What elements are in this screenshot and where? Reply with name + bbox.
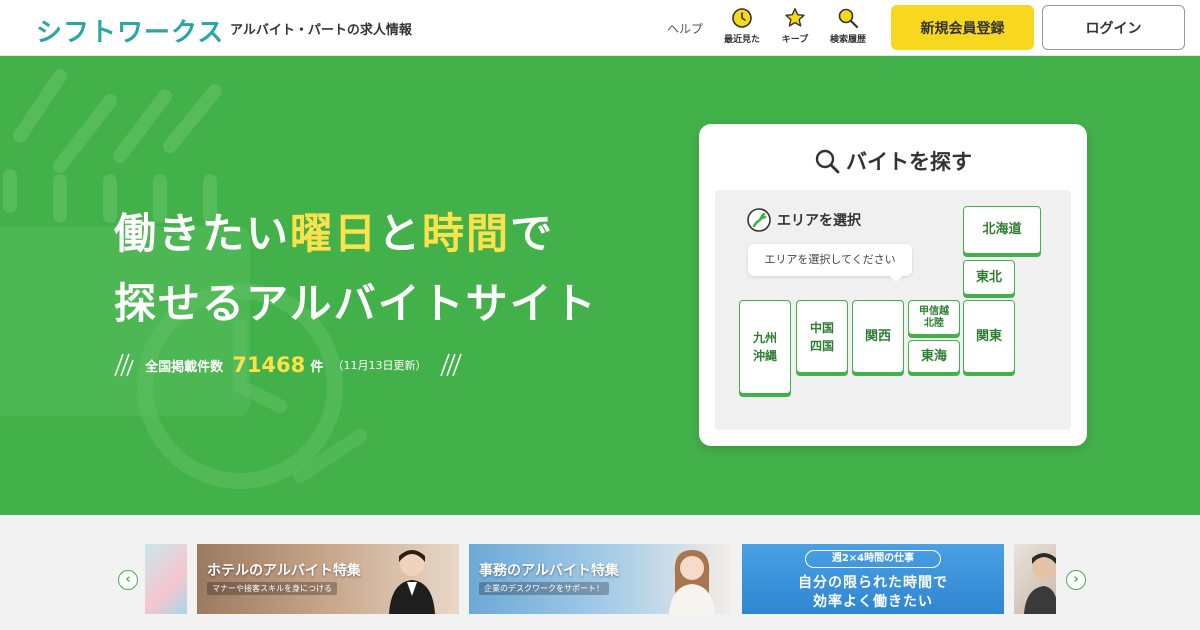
- nav-label: キープ: [781, 35, 809, 45]
- region-label: 中国: [809, 320, 834, 335]
- slash-decoration-icon: [114, 353, 134, 377]
- carousel-slide-hotel[interactable]: ホテルのアルバイト特集 マナーや接客スキルを身につける: [197, 544, 459, 614]
- clock-icon: [732, 8, 752, 28]
- register-button[interactable]: 新規会員登録: [891, 5, 1034, 50]
- slide-subtitle: マナーや接客スキルを身につける: [207, 582, 337, 595]
- hero-text: で: [510, 209, 555, 258]
- region-map: エリアを選択 エリアを選択してください 北海道 東北 関東 甲信越 北陸 東海 …: [715, 190, 1071, 430]
- nav-keep[interactable]: キープ: [768, 7, 822, 45]
- hero-highlight-time: 時間: [422, 209, 511, 258]
- slide-badge: 週2×4時間の仕事: [805, 550, 941, 568]
- person-illustration: [1024, 553, 1056, 614]
- job-count-value: 71468: [232, 353, 306, 377]
- nav-recently-viewed[interactable]: 最近見た: [715, 7, 769, 45]
- hero-text: と: [378, 209, 423, 258]
- site-header: シフトワークス アルバイト・パートの求人情報 ヘルプ 最近見た キープ 検索履歴…: [0, 0, 1200, 56]
- carousel-slide-partial[interactable]: [145, 544, 187, 614]
- japan-map-icon: [747, 208, 771, 232]
- job-count: 全国掲載件数 71468 件 （11月13日更新）: [112, 352, 462, 382]
- region-label: 九州: [752, 331, 777, 345]
- site-logo[interactable]: シフトワークス: [36, 12, 224, 49]
- job-search-card: バイトを探す エリアを選択 エリアを選択してください 北海道 東北 関東 甲信越…: [699, 124, 1087, 446]
- slash-decoration-icon: [439, 353, 462, 377]
- region-kanto-button[interactable]: 関東: [963, 300, 1015, 373]
- help-link[interactable]: ヘルプ: [667, 20, 703, 37]
- carousel-slide-office[interactable]: 事務のアルバイト特集 企業のデスクワークをサポート！: [469, 544, 731, 614]
- region-koshinetsu-hokuriku-button[interactable]: 甲信越 北陸: [908, 300, 960, 335]
- nav-label: 検索履歴: [829, 35, 866, 45]
- region-label: 四国: [809, 338, 834, 353]
- area-select-heading: エリアを選択: [747, 208, 861, 232]
- carousel-next-button[interactable]: ›: [1066, 570, 1086, 590]
- slide-title: ホテルのアルバイト特集: [207, 563, 361, 579]
- nav-label: 最近見た: [723, 35, 760, 45]
- region-kyushu-okinawa-button[interactable]: 九州 沖縄: [739, 300, 791, 394]
- region-kansai-button[interactable]: 関西: [852, 300, 904, 373]
- hero-text: 働きたい: [114, 209, 291, 258]
- search-history-icon: [838, 8, 859, 29]
- area-hint-tooltip: エリアを選択してください: [748, 244, 912, 282]
- region-hokkaido-button[interactable]: 北海道: [963, 206, 1041, 254]
- login-button[interactable]: ログイン: [1042, 5, 1185, 50]
- hero-highlight-days: 曜日: [290, 209, 379, 258]
- office-worker-illustration: [669, 550, 715, 614]
- hero-section: 働きたい曜日と時間で 探せるアルバイトサイト 全国掲載件数 71468 件 （1…: [0, 56, 1200, 515]
- carousel-slide-short-shift[interactable]: 週2×4時間の仕事 自分の限られた時間で 効率よく働きたい: [742, 544, 1004, 614]
- region-tohoku-button[interactable]: 東北: [963, 260, 1015, 295]
- region-label: 沖縄: [752, 349, 777, 363]
- job-count-updated: （11月13日更新）: [332, 359, 427, 372]
- slide-title: 事務のアルバイト特集: [479, 563, 619, 579]
- search-card-title-text: バイトを探す: [846, 150, 972, 174]
- site-tagline: アルバイト・パートの求人情報: [230, 23, 412, 38]
- hero-headline-line2: 探せるアルバイトサイト: [114, 279, 598, 328]
- search-card-title: バイトを探す: [699, 146, 1087, 176]
- job-count-label: 全国掲載件数: [145, 359, 224, 375]
- area-select-label: エリアを選択: [777, 213, 861, 229]
- slide-headline-line2: 効率よく働きたい: [813, 594, 933, 610]
- carousel-slide-partial[interactable]: [1014, 544, 1056, 614]
- slide-headline-line1: 自分の限られた時間で: [798, 575, 948, 591]
- slide-subtitle: 企業のデスクワークをサポート！: [479, 582, 609, 595]
- hotel-staff-illustration: [389, 550, 435, 614]
- region-chugoku-shikoku-button[interactable]: 中国 四国: [796, 300, 848, 373]
- nav-search-history[interactable]: 検索履歴: [821, 7, 875, 45]
- search-icon: [815, 149, 840, 174]
- feature-carousel: ‹ ホテルのアルバイト特集 マナーや接客スキルを身につける 事務のアルバイト特集…: [0, 515, 1200, 630]
- job-count-unit: 件: [310, 359, 324, 375]
- region-label: 北陸: [924, 317, 944, 329]
- region-label: 甲信越: [919, 305, 949, 317]
- star-icon: [785, 8, 805, 27]
- carousel-prev-button[interactable]: ‹: [118, 570, 138, 590]
- region-tokai-button[interactable]: 東海: [908, 340, 960, 373]
- hero-headline-line1: 働きたい曜日と時間で: [114, 200, 554, 261]
